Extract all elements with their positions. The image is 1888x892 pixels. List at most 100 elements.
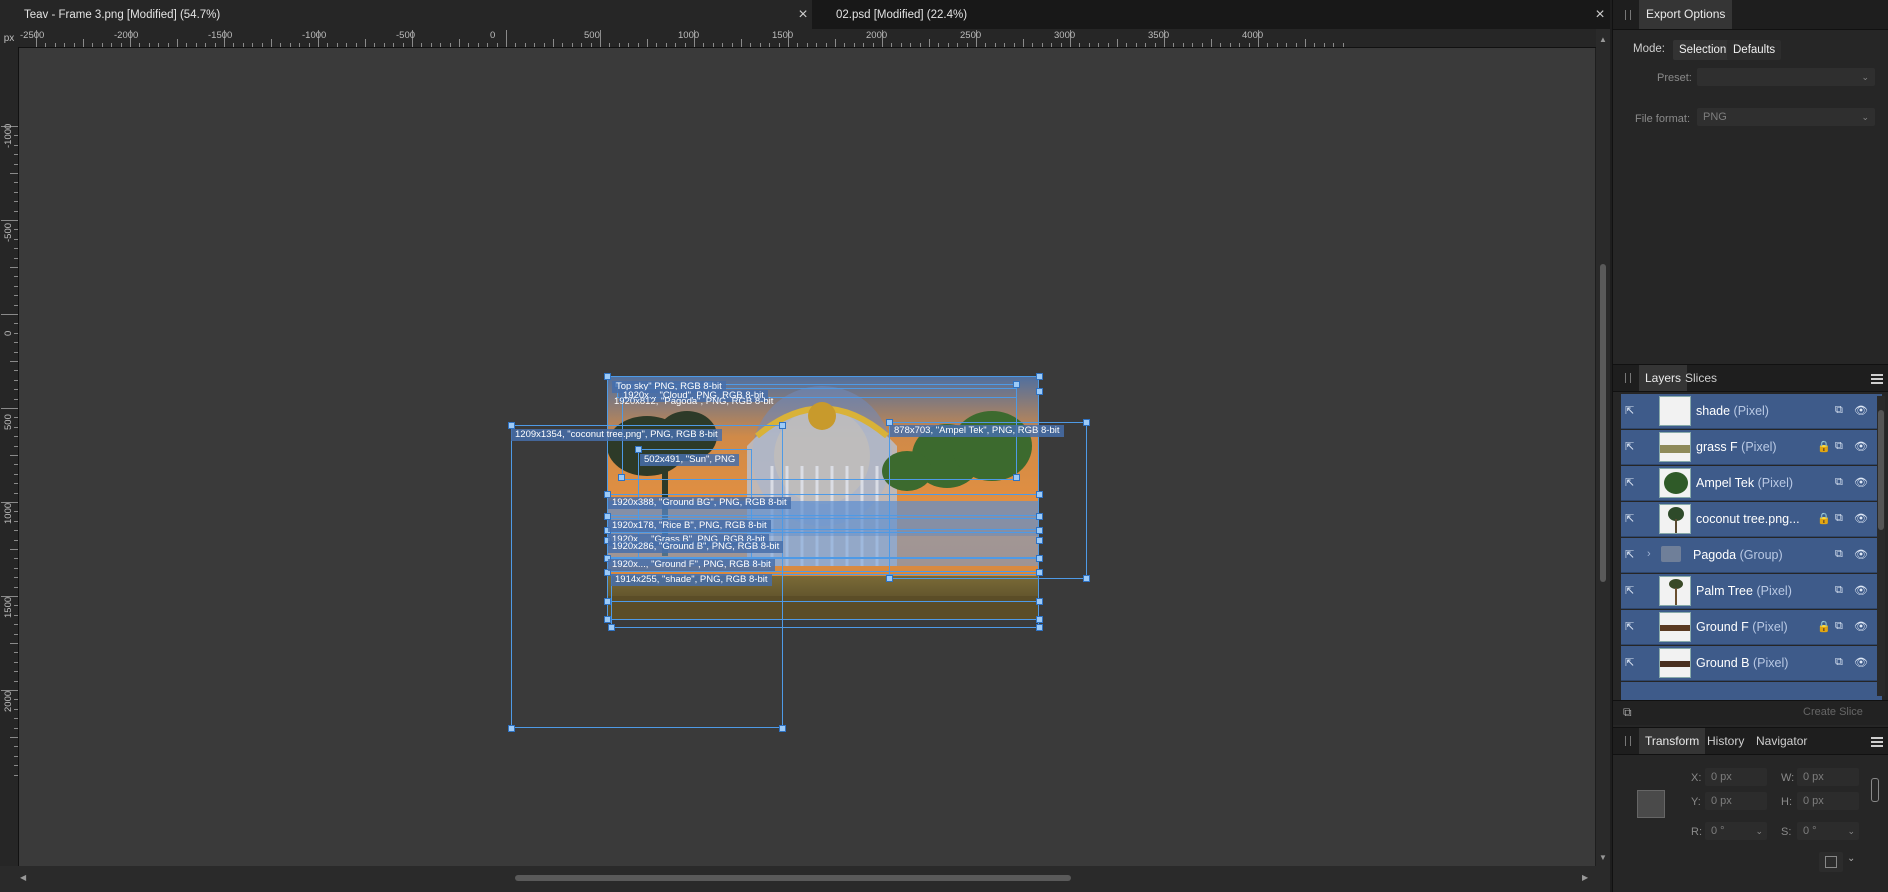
visibility-eye-icon[interactable]: 👁: [1854, 584, 1868, 597]
ruler-label: -500: [3, 222, 14, 242]
panel-grip-icon[interactable]: [1625, 736, 1631, 746]
layer-thumbnail: [1659, 396, 1691, 426]
lock-icon[interactable]: 🔒: [1817, 440, 1831, 453]
layers-scroll-thumb[interactable]: [1878, 410, 1884, 530]
horizontal-ruler[interactable]: -2500 -2000 -1500 -1000 -500 0 500 1000 1500 2000…: [18, 29, 1610, 48]
expand-chevron-icon[interactable]: ›: [1647, 548, 1651, 560]
layer-row-palm-tree[interactable]: ⇱ Palm Tree (Pixel) ⧉ 👁: [1621, 574, 1882, 609]
layer-row-coconut-tree[interactable]: ⇱ coconut tree.png... 🔒 ⧉ 👁: [1621, 502, 1882, 537]
panel-grip-icon[interactable]: [1625, 373, 1631, 383]
visibility-eye-icon[interactable]: 👁: [1854, 548, 1868, 561]
vertical-ruler[interactable]: -1000 -500 0 500 1000 1500 2000: [0, 47, 19, 869]
layer-row-ground-f[interactable]: ⇱ Ground F (Pixel) 🔒 ⧉ 👁: [1621, 610, 1882, 645]
lock-icon[interactable]: 🔒: [1817, 512, 1831, 525]
w-field[interactable]: 0 px: [1797, 768, 1859, 786]
layer-row-ampel-tek[interactable]: ⇱ Ampel Tek (Pixel) ⧉ 👁: [1621, 466, 1882, 501]
export-slice-icon[interactable]: ⧉: [1835, 548, 1843, 561]
layer-row-pagoda-group[interactable]: ⇱ › Pagoda (Group) ⧉ 👁: [1621, 538, 1882, 573]
artwork-illustration: [607, 376, 1039, 620]
ruler-minor-tick: [280, 43, 282, 47]
y-field[interactable]: 0 px: [1705, 792, 1767, 810]
tab-export-options[interactable]: Export Options: [1639, 0, 1733, 29]
ruler-minor-tick: [1211, 39, 1212, 47]
export-icon[interactable]: ⇱: [1625, 476, 1634, 489]
mode-defaults-button[interactable]: Defaults: [1727, 40, 1782, 60]
visibility-eye-icon[interactable]: 👁: [1854, 440, 1868, 453]
ruler-minor-tick: [562, 43, 564, 47]
ruler-unit[interactable]: px: [0, 29, 18, 47]
layer-thumbnail: [1659, 504, 1691, 534]
export-slice-icon[interactable]: ⧉: [1835, 404, 1843, 417]
visibility-eye-icon[interactable]: 👁: [1854, 620, 1868, 633]
export-icon[interactable]: ⇱: [1625, 548, 1634, 561]
visibility-eye-icon[interactable]: 👁: [1854, 656, 1868, 669]
tab-slices[interactable]: Slices: [1679, 365, 1723, 391]
export-slice-icon[interactable]: ⧉: [1835, 476, 1843, 489]
transform-origin-button[interactable]: [1819, 852, 1843, 872]
vertical-scroll-thumb[interactable]: [1600, 264, 1606, 582]
create-slice-button[interactable]: Create Slice: [1803, 706, 1863, 718]
chevron-down-icon: ⌄: [1755, 826, 1763, 836]
panel-menu-icon[interactable]: [1871, 372, 1883, 386]
ruler-label: 2000: [3, 690, 14, 712]
tab-history[interactable]: History: [1701, 728, 1750, 754]
visibility-eye-icon[interactable]: 👁: [1854, 404, 1868, 417]
rotation-field[interactable]: 0 ° ⌄: [1705, 822, 1767, 840]
layers-scrollbar[interactable]: [1877, 396, 1885, 696]
scroll-up-icon[interactable]: ▲: [1599, 35, 1607, 44]
export-icon[interactable]: ⇱: [1625, 584, 1634, 597]
export-slice-icon[interactable]: ⧉: [1835, 656, 1843, 669]
layer-type: (Pixel): [1757, 476, 1794, 490]
layer-row-grass-f[interactable]: ⇱ grass F (Pixel) 🔒 ⧉ 👁: [1621, 430, 1882, 465]
ruler-minor-tick: [957, 43, 959, 47]
export-slice-icon[interactable]: ⧉: [1835, 620, 1843, 633]
chevron-down-icon[interactable]: ⌄: [1847, 853, 1855, 864]
layers-footer: ⧉ Create Slice: [1613, 700, 1888, 725]
horizontal-scroll-thumb[interactable]: [515, 875, 1071, 881]
anchor-point-selector[interactable]: [1637, 790, 1665, 818]
visibility-eye-icon[interactable]: 👁: [1854, 476, 1868, 489]
tab-navigator[interactable]: Navigator: [1750, 728, 1813, 754]
export-slice-icon[interactable]: ⧉: [1835, 584, 1843, 597]
preset-dropdown[interactable]: ⌄: [1697, 68, 1875, 86]
ruler-minor-tick: [233, 43, 235, 47]
export-icon[interactable]: ⇱: [1625, 512, 1634, 525]
export-icon[interactable]: ⇱: [1625, 440, 1634, 453]
ruler-minor-tick: [14, 473, 18, 475]
tab-teav-frame-3[interactable]: Teav - Frame 3.png [Modified] (54.7%): [0, 0, 812, 29]
file-format-dropdown[interactable]: PNG ⌄: [1697, 108, 1875, 126]
ruler-minor-tick: [14, 238, 18, 240]
vertical-scrollbar[interactable]: ▲ ▼: [1596, 29, 1610, 869]
ruler-minor-tick: [966, 43, 968, 47]
layer-row-ground-b[interactable]: ⇱ Ground B (Pixel) ⧉ 👁: [1621, 646, 1882, 681]
link-aspect-icon[interactable]: [1871, 778, 1879, 802]
ruler-minor-tick: [205, 43, 207, 47]
lock-icon[interactable]: 🔒: [1817, 620, 1831, 633]
scroll-right-icon[interactable]: ▶: [1582, 873, 1588, 882]
h-field[interactable]: 0 px: [1797, 792, 1859, 810]
layer-name-wrap: Pagoda (Group): [1693, 538, 1783, 573]
tab-transform[interactable]: Transform: [1639, 728, 1706, 754]
x-field[interactable]: 0 px: [1705, 768, 1767, 786]
scroll-down-icon[interactable]: ▼: [1599, 853, 1607, 862]
export-icon[interactable]: ⇱: [1625, 620, 1634, 633]
export-slice-icon[interactable]: ⧉: [1835, 512, 1843, 525]
panel-grip-icon[interactable]: [1625, 10, 1631, 20]
mode-selection-button[interactable]: Selection: [1673, 40, 1733, 60]
export-icon[interactable]: ⇱: [1625, 656, 1634, 669]
export-icon[interactable]: ⇱: [1625, 404, 1634, 417]
layer-row-partial[interactable]: [1621, 682, 1882, 700]
layer-row-shade[interactable]: ⇱ shade (Pixel) ⧉ 👁: [1621, 394, 1882, 429]
tab-02-psd[interactable]: 02.psd [Modified] (22.4%): [812, 0, 1610, 29]
panel-menu-icon[interactable]: [1871, 735, 1883, 749]
horizontal-scrollbar[interactable]: ◀ ▶: [0, 866, 1610, 892]
export-slice-icon[interactable]: ⧉: [1835, 440, 1843, 453]
close-tab-icon[interactable]: ×: [794, 0, 812, 29]
close-tab-icon[interactable]: ×: [1591, 0, 1609, 29]
ruler-minor-tick: [374, 43, 376, 47]
scroll-left-icon[interactable]: ◀: [20, 873, 26, 882]
visibility-eye-icon[interactable]: 👁: [1854, 512, 1868, 525]
shear-field[interactable]: 0 ° ⌄: [1797, 822, 1859, 840]
add-layer-icon[interactable]: ⧉: [1623, 705, 1632, 720]
file-format-label: File format:: [1635, 113, 1691, 125]
